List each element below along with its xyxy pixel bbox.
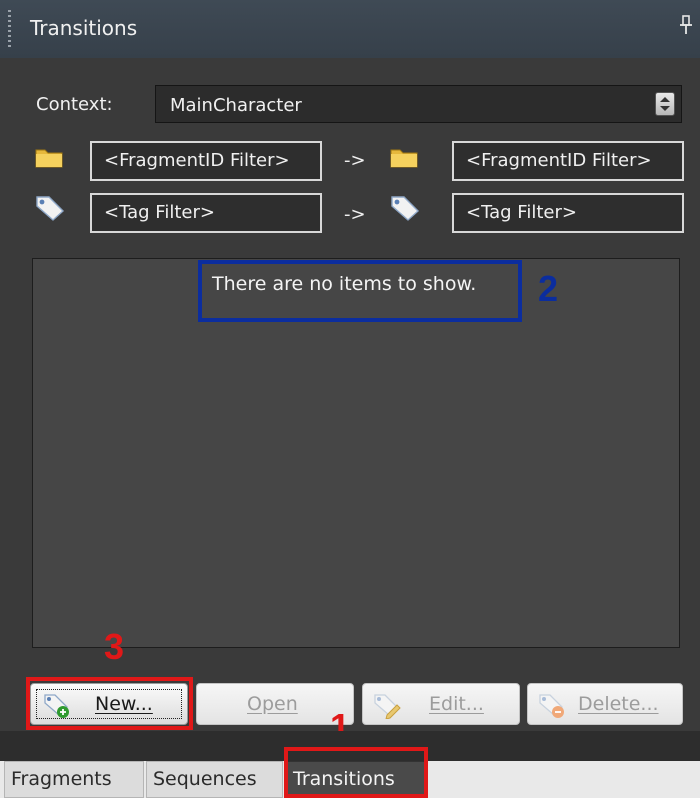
fragment-to-filter[interactable]: <FragmentID Filter> — [452, 141, 684, 181]
tag-to-filter[interactable]: <Tag Filter> — [452, 193, 684, 233]
folder-icon — [35, 149, 63, 168]
annotation-box-3 — [26, 677, 193, 730]
fragment-from-filter[interactable]: <FragmentID Filter> — [90, 141, 322, 181]
delete-button-label: Delete... — [578, 693, 659, 715]
annotation-3: 3 — [104, 626, 125, 667]
pin-icon[interactable] — [678, 14, 694, 36]
arrow-separator: -> — [344, 150, 366, 171]
tab-sequences[interactable]: Sequences — [146, 761, 283, 798]
empty-message: There are no items to show. — [212, 273, 477, 295]
tag-icon — [391, 196, 420, 221]
arrow-separator: -> — [344, 204, 366, 225]
edit-button-label: Edit... — [429, 693, 484, 715]
tag-from-filter[interactable]: <Tag Filter> — [90, 193, 322, 233]
tab-fragments[interactable]: Fragments — [4, 761, 144, 798]
open-button-label: Open — [247, 693, 298, 715]
spin-icon[interactable] — [655, 92, 675, 116]
drag-grip[interactable] — [8, 10, 11, 50]
annotation-2: 2 — [538, 268, 559, 309]
delete-button[interactable]: Delete... — [527, 683, 683, 725]
context-value: MainCharacter — [170, 95, 302, 116]
edit-tag-icon — [374, 694, 401, 719]
tag-icon — [36, 196, 65, 221]
panel-title: Transitions — [30, 16, 138, 40]
panel-header: Transitions — [0, 0, 700, 59]
edit-button[interactable]: Edit... — [362, 683, 520, 725]
delete-tag-icon — [539, 694, 564, 718]
folder-icon — [390, 149, 418, 168]
annotation-box-1 — [284, 747, 428, 798]
context-label: Context: — [36, 94, 113, 115]
context-select[interactable]: MainCharacter — [155, 85, 682, 123]
